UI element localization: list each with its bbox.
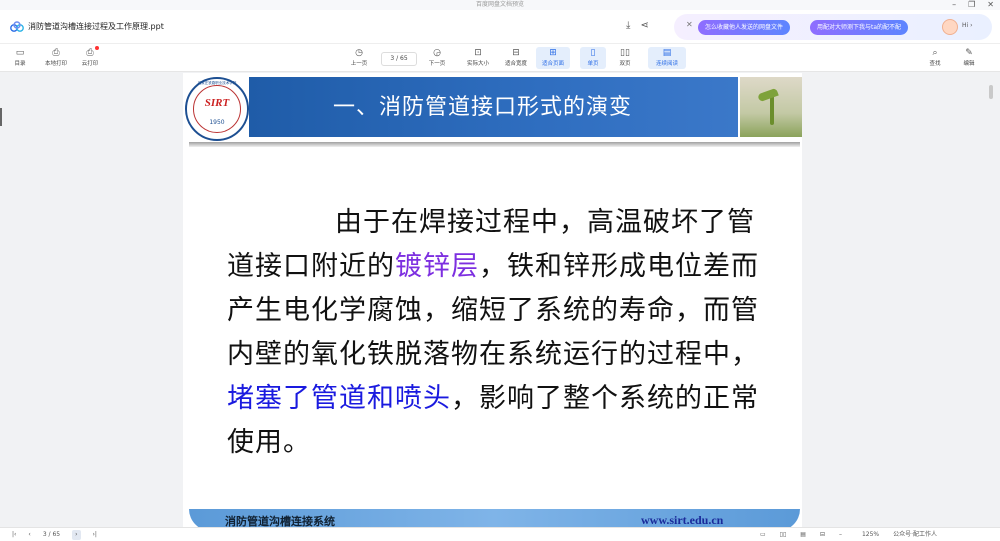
- printer-icon: ⎙: [52, 48, 60, 58]
- prev-page-icon[interactable]: ‹: [28, 530, 30, 540]
- window-title-bar: 百度网盘文档预览 – ❐ ✕: [0, 0, 1000, 10]
- fit-width-label: 适合宽度: [504, 61, 527, 67]
- arrow-up-icon: ◷: [355, 48, 363, 58]
- title-divider: [189, 142, 800, 147]
- continuous-read-label: 连续阅读: [655, 61, 678, 67]
- doc-header: 消防管道沟槽连接过程及工作原理.ppt ⤓ ⋖ ✕ 怎么收藏他人发送的网盘文件 …: [0, 10, 1000, 44]
- fit-page-button[interactable]: ⊞ 适合页面: [536, 47, 570, 69]
- logo-year: 1950: [209, 119, 225, 126]
- download-icon[interactable]: ⤓: [626, 20, 630, 31]
- logo-mark: SIRT: [204, 97, 230, 109]
- slide-footer: 消防管道沟槽连接系统 www.sirt.edu.cn: [189, 509, 800, 527]
- close-icon[interactable]: ✕: [987, 0, 994, 10]
- actual-size-button[interactable]: ⊡ 实际大小: [460, 47, 496, 67]
- fit-page-label: 适合页面: [541, 61, 564, 67]
- view-double-icon[interactable]: ▯▯: [780, 530, 787, 540]
- footer-website: www.sirt.edu.cn: [641, 513, 724, 527]
- fit-page-icon: ⊞: [549, 48, 557, 58]
- continuous-icon: ▤: [662, 48, 672, 58]
- cloud-logo-icon: [10, 21, 24, 32]
- header-actions: ⤓ ⋖: [626, 20, 649, 31]
- cloud-print-label: 云打印: [81, 61, 99, 67]
- page-navigation: |‹ ‹ 3 / 65 › ›|: [12, 530, 97, 540]
- window-controls: – ❐ ✕: [952, 0, 994, 10]
- prev-page-button[interactable]: ◷ 上一页: [341, 47, 377, 67]
- school-logo: 石家庄铁路职业技术学院 SIRT 1950: [185, 77, 249, 141]
- zoom-level[interactable]: 125%: [862, 530, 879, 540]
- assistant-greeting[interactable]: Hi ›: [962, 22, 973, 29]
- single-page-label: 单页: [587, 61, 599, 67]
- arrow-down-icon: ◶: [433, 48, 441, 58]
- annotate-label: 编辑: [963, 61, 975, 67]
- zoom-out-icon[interactable]: –: [839, 530, 842, 540]
- ai-suggestion-bar: ✕ 怎么收藏他人发送的网盘文件 用配对大师测下我与ta的配不配 Hi ›: [674, 14, 992, 40]
- search-label: 查找: [929, 61, 941, 67]
- status-bar: |‹ ‹ 3 / 65 › ›| ▭ ▯▯ ▤ ⊟ – 125% 公众号·配工作…: [0, 527, 1000, 541]
- logo-school-text: 石家庄铁路职业技术学院: [197, 81, 237, 85]
- annotate-button[interactable]: ✎ 编辑: [952, 47, 986, 67]
- single-page-button[interactable]: ▯ 单页: [580, 47, 606, 69]
- continuous-read-button[interactable]: ▤ 连续阅读: [648, 47, 686, 69]
- last-page-icon[interactable]: ›|: [93, 530, 97, 540]
- next-page-icon[interactable]: ›: [72, 530, 81, 540]
- actual-size-icon: ⊡: [474, 48, 482, 58]
- slide-page: 石家庄铁路职业技术学院 SIRT 1950 一、消防管道接口形式的演变 由于在焊…: [183, 73, 802, 527]
- fit-width-icon: ⊟: [512, 48, 520, 58]
- next-page-button[interactable]: ◶ 下一页: [419, 47, 455, 67]
- slide-body-text: 由于在焊接过程中，高温破坏了管道接口附近的镀锌层，铁和锌形成电位差而产生电化学腐…: [227, 201, 767, 465]
- prev-page-label: 上一页: [350, 61, 368, 67]
- single-page-icon: ▯: [590, 48, 596, 58]
- highlight-galvanized-layer: 镀锌层: [395, 251, 479, 282]
- ai-close-icon[interactable]: ✕: [686, 20, 693, 29]
- first-page-icon[interactable]: |‹: [12, 530, 16, 540]
- suggestion-chip-2[interactable]: 用配对大师测下我与ta的配不配: [810, 20, 909, 35]
- next-page-label: 下一页: [428, 61, 446, 67]
- sprout-image: [740, 77, 802, 137]
- view-single-icon[interactable]: ▭: [760, 530, 766, 540]
- minimize-icon[interactable]: –: [952, 0, 956, 10]
- left-edge-marker: [0, 108, 2, 126]
- slide-title: 一、消防管道接口形式的演变: [333, 95, 633, 120]
- vertical-scrollbar[interactable]: [989, 85, 993, 99]
- brand-watermark: 公众号·配工作人: [893, 531, 938, 538]
- view-controls: ▭ ▯▯ ▤ ⊟ – 125% 公众号·配工作人: [760, 530, 937, 540]
- sprout-leaf: [757, 87, 779, 103]
- sidebar-icon: ▭: [15, 48, 25, 58]
- double-page-button[interactable]: ▯▯ 双页: [608, 47, 642, 67]
- footer-system-name: 消防管道沟槽连接系统: [225, 515, 335, 527]
- view-scroll-icon[interactable]: ▤: [800, 530, 806, 540]
- document-title: 消防管道沟槽连接过程及工作原理.ppt: [28, 22, 164, 31]
- window-title: 百度网盘文档预览: [475, 1, 524, 8]
- cloud-print-button[interactable]: ⎙ 云打印: [72, 47, 108, 67]
- cloud-printer-icon: ⎙: [86, 48, 94, 58]
- search-icon: ⌕: [932, 48, 938, 58]
- assistant-avatar[interactable]: [942, 19, 958, 35]
- suggestion-chip-1[interactable]: 怎么收藏他人发送的网盘文件: [698, 20, 791, 35]
- actual-size-label: 实际大小: [466, 61, 489, 67]
- sprout-stem: [770, 95, 774, 125]
- catalog-label: 目录: [14, 61, 26, 67]
- double-page-icon: ▯▯: [620, 48, 630, 58]
- local-print-label: 本地打印: [44, 61, 67, 67]
- search-button[interactable]: ⌕ 查找: [920, 47, 950, 67]
- share-icon[interactable]: ⋖: [640, 20, 648, 31]
- double-page-label: 双页: [619, 61, 631, 67]
- viewer-toolbar: ▭ 目录 ⎙ 本地打印 ⎙ 云打印 ◷ 上一页 3 / 65 ◶ 下一页 ⊡ 实际大小 ⊟ 适…: [0, 44, 1000, 72]
- fit-width-button[interactable]: ⊟ 适合宽度: [498, 47, 534, 67]
- local-print-button[interactable]: ⎙ 本地打印: [38, 47, 74, 67]
- highlight-blockage: 堵塞了管道和喷头: [227, 383, 451, 414]
- page-indicator[interactable]: 3 / 65: [381, 52, 417, 66]
- restore-icon[interactable]: ❐: [968, 0, 975, 10]
- pen-icon: ✎: [965, 48, 973, 58]
- status-page-indicator[interactable]: 3 / 65: [43, 530, 60, 540]
- fit-width-small-icon[interactable]: ⊟: [820, 530, 825, 540]
- notification-dot: [95, 46, 99, 50]
- catalog-button[interactable]: ▭ 目录: [2, 47, 38, 67]
